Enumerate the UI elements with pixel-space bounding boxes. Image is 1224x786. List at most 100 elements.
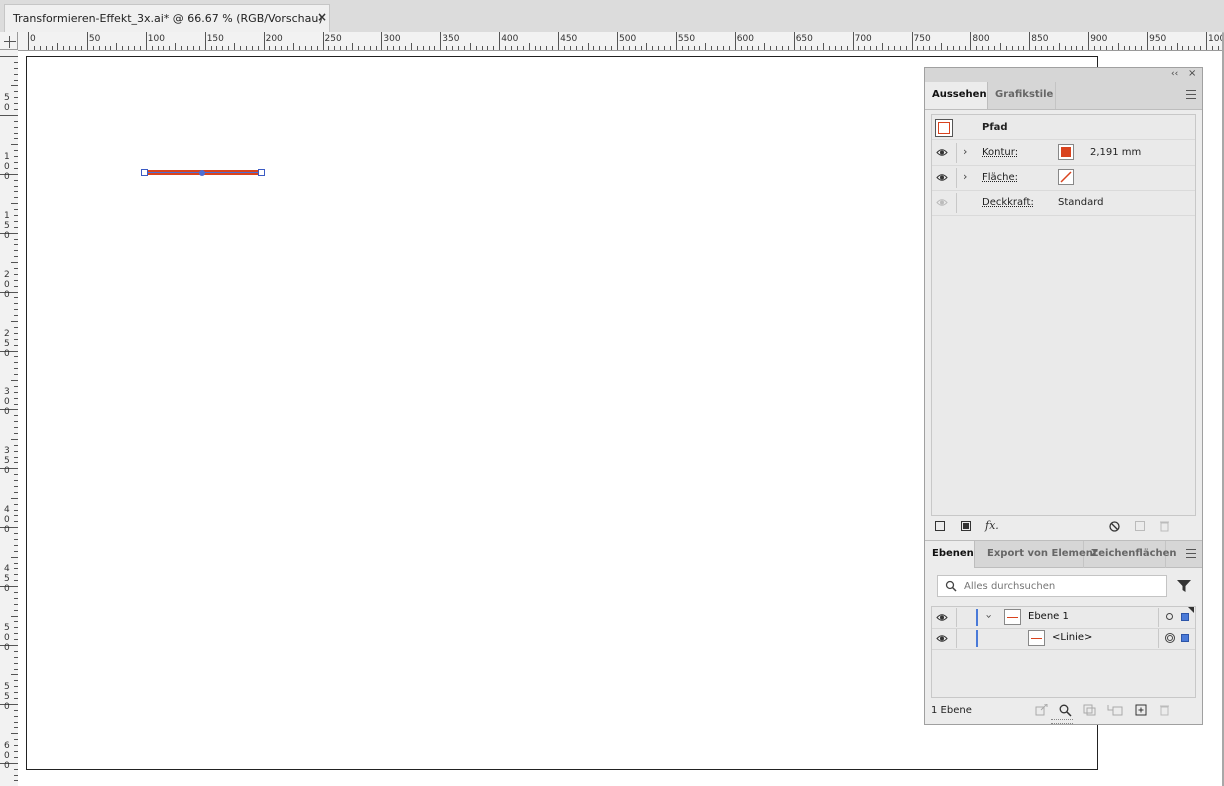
ruler-minor-tick bbox=[1135, 46, 1137, 50]
ruler-minor-tick bbox=[923, 46, 925, 50]
add-new-stroke-icon[interactable] bbox=[935, 521, 945, 531]
ruler-minor-tick bbox=[428, 46, 430, 50]
ruler-minor-tick bbox=[646, 43, 648, 50]
ruler-minor-tick bbox=[846, 46, 848, 50]
layers-menu-icon[interactable] bbox=[1186, 549, 1196, 558]
panel-resize-grip[interactable] bbox=[1051, 719, 1073, 724]
opacity-value[interactable]: Standard bbox=[1058, 197, 1104, 208]
panel-menu-icon[interactable] bbox=[1186, 90, 1196, 99]
ruler-minor-tick bbox=[976, 46, 978, 50]
ruler-label: 650 bbox=[795, 34, 813, 44]
clear-appearance-icon[interactable] bbox=[1109, 521, 1120, 532]
ruler-minor-tick bbox=[628, 46, 630, 50]
opacity-label[interactable]: Deckkraft: bbox=[982, 197, 1034, 208]
ruler-label: 0 bbox=[30, 34, 36, 44]
create-sublayer-icon[interactable] bbox=[1107, 704, 1123, 716]
tab-ebenen[interactable]: Ebenen bbox=[925, 541, 975, 568]
ruler-label: 4 0 0 bbox=[4, 505, 10, 536]
layer-name[interactable]: Ebene 1 bbox=[1028, 611, 1069, 622]
layers-search-box[interactable] bbox=[937, 575, 1167, 597]
fill-label[interactable]: Fläche: bbox=[982, 172, 1018, 183]
no-fill-swatch[interactable] bbox=[1058, 169, 1074, 185]
vertical-ruler[interactable]: 5 0 1 0 0 1 5 0 2 0 0 2 5 0 3 0 0 3 5 0 4 0 0 4 … bbox=[0, 50, 19, 786]
fx-effects-icon[interactable]: fx. bbox=[985, 519, 999, 532]
stroke-color-swatch[interactable] bbox=[1058, 144, 1074, 160]
visibility-eye-icon[interactable] bbox=[936, 148, 948, 157]
visibility-eye-icon[interactable] bbox=[936, 198, 948, 207]
selection-handle-right[interactable] bbox=[258, 169, 265, 176]
ruler-minor-tick bbox=[281, 46, 283, 50]
ruler-minor-tick bbox=[11, 321, 18, 323]
expand-chevron-icon[interactable]: › bbox=[963, 145, 967, 158]
ruler-minor-tick bbox=[298, 46, 300, 50]
ruler-minor-tick bbox=[764, 43, 766, 50]
ruler-minor-tick bbox=[11, 262, 18, 264]
ruler-minor-tick bbox=[11, 85, 18, 87]
appearance-row-object[interactable]: Pfad bbox=[932, 115, 1195, 140]
ruler-minor-tick bbox=[516, 46, 518, 50]
visibility-eye-icon[interactable] bbox=[936, 173, 948, 182]
ruler-major-tick bbox=[970, 32, 972, 50]
ruler-minor-tick bbox=[139, 46, 141, 50]
panel-header[interactable]: ‹‹ × bbox=[925, 68, 1202, 82]
add-new-fill-icon[interactable] bbox=[961, 521, 971, 531]
ruler-minor-tick bbox=[222, 46, 224, 50]
ruler-minor-tick bbox=[781, 46, 783, 50]
ruler-origin[interactable] bbox=[0, 32, 18, 50]
ruler-label: 300 bbox=[383, 34, 401, 44]
create-new-layer-icon[interactable] bbox=[1135, 704, 1147, 716]
target-circle-icon[interactable] bbox=[1165, 633, 1175, 643]
ruler-minor-tick bbox=[11, 438, 18, 440]
layer-name[interactable]: <Linie> bbox=[1052, 632, 1092, 643]
document-tab-title: Transformieren-Effekt_3x.ai* @ 66.67 % (… bbox=[13, 12, 323, 25]
delete-layer-icon[interactable] bbox=[1159, 704, 1170, 716]
visibility-eye-icon[interactable] bbox=[936, 613, 948, 622]
appearance-row-opacity[interactable]: Deckkraft: Standard bbox=[932, 191, 1195, 216]
ruler-minor-tick bbox=[799, 46, 801, 50]
document-tab[interactable]: Transformieren-Effekt_3x.ai* @ 66.67 % (… bbox=[4, 4, 330, 32]
filter-icon[interactable] bbox=[1176, 579, 1192, 593]
delete-item-icon[interactable] bbox=[1159, 520, 1170, 532]
layer-row-ebene-1[interactable]: › Ebene 1 bbox=[932, 607, 1195, 629]
ruler-minor-tick bbox=[699, 46, 701, 50]
close-icon[interactable]: × bbox=[1188, 68, 1196, 79]
tab-export-von-element[interactable]: Export von Element bbox=[980, 541, 1098, 568]
layers-search-input[interactable] bbox=[964, 579, 1160, 593]
ruler-minor-tick bbox=[917, 46, 919, 50]
ruler-label: 100 bbox=[1208, 34, 1222, 44]
tab-zeichenflaechen[interactable]: Zeichenflächen bbox=[1084, 541, 1177, 568]
close-tab-icon[interactable]: × bbox=[317, 10, 327, 24]
appearance-row-stroke[interactable]: › Kontur: 2,191 mm bbox=[932, 141, 1195, 166]
ruler-minor-tick bbox=[134, 46, 136, 50]
ruler-minor-tick bbox=[1023, 46, 1025, 50]
ruler-minor-tick bbox=[893, 46, 895, 50]
ruler-label: 3 0 0 bbox=[4, 387, 10, 418]
stroke-weight-value[interactable]: 2,191 mm bbox=[1090, 147, 1141, 158]
ruler-label: 500 bbox=[619, 34, 637, 44]
ruler-minor-tick bbox=[581, 46, 583, 50]
visibility-eye-icon[interactable] bbox=[936, 634, 948, 643]
selection-indicator[interactable] bbox=[1181, 613, 1189, 621]
make-clipping-mask-icon[interactable] bbox=[1083, 704, 1096, 716]
collect-for-export-icon[interactable] bbox=[1035, 704, 1048, 716]
expand-chevron-icon[interactable]: › bbox=[963, 170, 967, 183]
selection-handle-left[interactable] bbox=[141, 169, 148, 176]
expand-chevron-icon[interactable]: › bbox=[983, 614, 996, 618]
layer-row-linie[interactable]: <Linie> bbox=[932, 628, 1195, 650]
selection-indicator[interactable] bbox=[1181, 634, 1189, 642]
ruler-minor-tick bbox=[216, 46, 218, 50]
ruler-label: 550 bbox=[677, 34, 696, 44]
ruler-minor-tick bbox=[634, 46, 636, 50]
stroke-label[interactable]: Kontur: bbox=[982, 147, 1018, 158]
tab-grafikstile[interactable]: Grafikstile bbox=[988, 82, 1056, 109]
ruler-minor-tick bbox=[746, 46, 748, 50]
ruler-minor-tick bbox=[169, 46, 171, 50]
horizontal-ruler[interactable]: 0 50 100 150 200 250 300 350 400 450 500 550 600 650 7… bbox=[18, 32, 1222, 51]
tab-aussehen[interactable]: Aussehen bbox=[925, 82, 988, 109]
duplicate-item-icon[interactable] bbox=[1135, 521, 1145, 531]
ruler-minor-tick bbox=[758, 46, 760, 50]
collapse-icon[interactable]: ‹‹ bbox=[1171, 69, 1178, 79]
locate-object-icon[interactable] bbox=[1059, 704, 1072, 717]
target-circle-icon[interactable] bbox=[1166, 613, 1173, 620]
appearance-row-fill[interactable]: › Fläche: bbox=[932, 166, 1195, 191]
